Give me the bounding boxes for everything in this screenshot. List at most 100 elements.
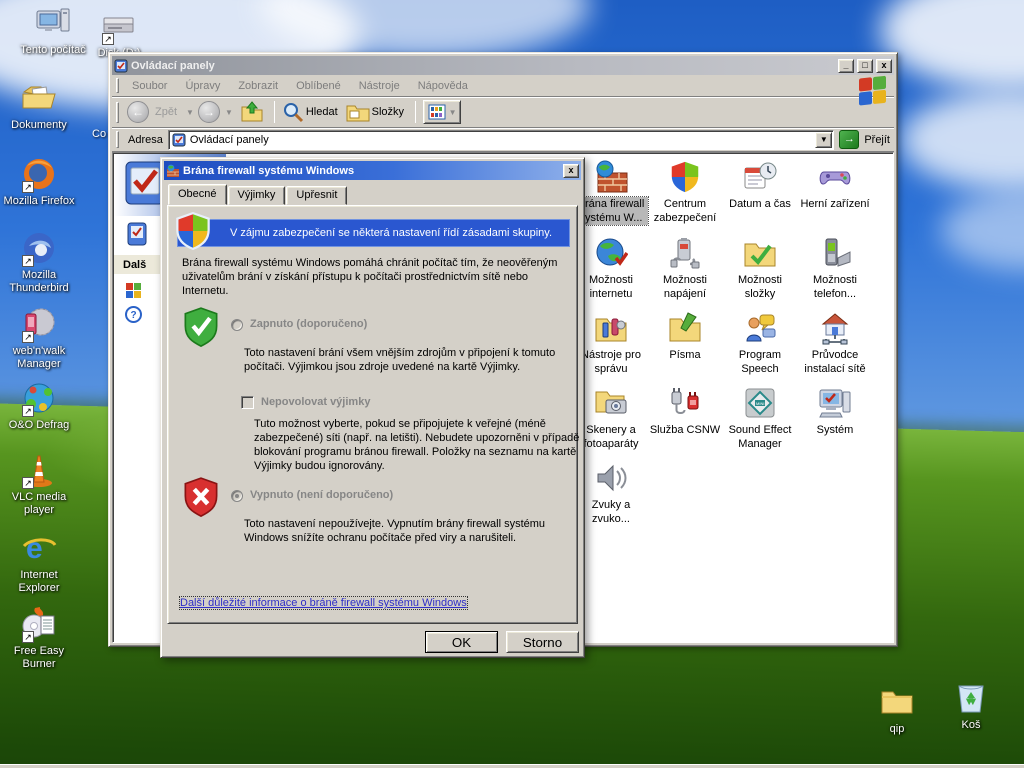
maximize-button[interactable]: □ (857, 58, 873, 73)
menu-favorites[interactable]: Oblíbené (287, 78, 350, 94)
control-panel-icon (172, 133, 186, 146)
tab-advanced[interactable]: Upřesnit (286, 186, 348, 205)
dialog-close-button[interactable]: x (563, 163, 579, 178)
desktop-icon-label: web'n'walk Manager (12, 345, 66, 370)
menu-view[interactable]: Zobrazit (229, 78, 287, 94)
menu-bar: Soubor Úpravy Zobrazit Oblíbené Nástroje… (112, 75, 894, 97)
cp-item-label: Brána firewall systému W... (573, 196, 649, 226)
toolbar-grip[interactable] (116, 131, 119, 148)
folders-button[interactable]: Složky (346, 102, 408, 122)
desktop-icon-documents[interactable]: Dokumenty (0, 80, 78, 132)
my-computer-icon (35, 5, 71, 41)
radio-off-label[interactable]: Vypnuto (není doporučeno) (250, 488, 393, 502)
dialog-title: Brána firewall systému Windows (183, 164, 355, 177)
toolbar-grip[interactable] (116, 101, 119, 123)
go-button[interactable]: → (839, 130, 860, 149)
desktop-icon-oo-defrag[interactable]: ↗ O&O Defrag (0, 380, 78, 432)
desktop-icon-qip[interactable]: qip (858, 684, 936, 736)
cp-item-security-center[interactable]: Centrum zabezpečení (648, 160, 722, 225)
cp-item-label: Systém (816, 424, 854, 436)
radio-on[interactable] (231, 319, 243, 331)
back-button[interactable]: ← (127, 101, 149, 123)
windows-update-icon[interactable] (125, 282, 142, 299)
desktop-icon-firefox[interactable]: ↗ Mozilla Firefox (0, 156, 78, 208)
address-dropdown-button[interactable]: ▼ (815, 131, 833, 148)
checkbox-label[interactable]: Nepovolovat výjimky (261, 395, 370, 409)
window-titlebar[interactable]: Ovládací panely _ □ x (112, 56, 894, 75)
tab-general[interactable]: Obecné (168, 184, 227, 205)
cp-item-sound-effect-manager[interactable]: MINI Sound Effect Manager (723, 386, 797, 451)
checkbox-no-exceptions[interactable] (241, 396, 254, 409)
toolbar-grip[interactable] (116, 78, 119, 93)
minimize-button[interactable]: _ (838, 58, 854, 73)
help-icon[interactable]: ? (125, 306, 142, 323)
cp-item-date-time[interactable]: Datum a čas (723, 160, 797, 211)
cloud (880, 0, 1024, 90)
cp-item-speech[interactable]: Program Speech (723, 311, 797, 376)
cp-item-network-wizard[interactable]: Průvodce instalací sítě (798, 311, 872, 376)
desktop-icon-recycle-bin[interactable]: Koš (932, 680, 1010, 732)
address-input[interactable]: Ovládací panely ▼ (167, 129, 835, 150)
cp-item-internet-options[interactable]: Možnosti internetu (574, 236, 648, 301)
cp-item-phone-modem[interactable]: Možnosti telefon... (798, 236, 872, 301)
shortcut-arrow-icon: ↗ (22, 331, 34, 343)
cp-item-label: Sound Effect Manager (728, 424, 792, 450)
desktop-icon-webnwalk[interactable]: ↗ web'n'walk Manager (0, 306, 78, 371)
desktop-icon-thunderbird[interactable]: ↗ Mozilla Thunderbird (0, 230, 78, 295)
firewall-off-shield-icon (182, 477, 220, 518)
desktop-icon-vlc[interactable]: ↗ VLC media player (0, 452, 78, 517)
oo-defrag-icon: ↗ (21, 380, 57, 417)
desktop-icon-label: Mozilla Thunderbird (9, 269, 69, 294)
tab-page-general: V zájmu zabezpečení se některá nastavení… (167, 205, 579, 624)
forward-dropdown-icon[interactable]: ▼ (225, 108, 233, 117)
cp-item-folder-options[interactable]: Možnosti složky (723, 236, 797, 301)
internet-explorer-icon: e (21, 530, 57, 566)
svg-text:MINI: MINI (756, 401, 764, 406)
tab-exceptions[interactable]: Výjimky (227, 186, 286, 205)
back-label: Zpět (155, 106, 178, 118)
taskbar-edge[interactable] (0, 764, 1024, 768)
menu-help[interactable]: Nápověda (409, 78, 477, 94)
cp-item-power-options[interactable]: Možnosti napájení (648, 236, 722, 301)
cp-item-label: Možnosti internetu (588, 274, 634, 300)
menu-edit[interactable]: Úpravy (176, 78, 229, 94)
cp-item-label: Možnosti napájení (662, 274, 708, 300)
firewall-intro-text: Brána firewall systému Windows pomáhá ch… (182, 257, 558, 297)
menu-file[interactable]: Soubor (123, 78, 176, 94)
forward-button[interactable]: → (197, 101, 220, 123)
cp-item-system[interactable]: Systém (798, 386, 872, 437)
cp-item-csnw[interactable]: Služba CSNW (648, 386, 722, 437)
close-button[interactable]: x (876, 58, 892, 73)
system-icon (818, 386, 852, 420)
fonts-icon (668, 311, 702, 345)
up-button[interactable] (240, 101, 264, 123)
category-view-icon[interactable] (126, 222, 148, 246)
cp-item-label: Datum a čas (729, 198, 791, 210)
tab-strip: Obecné Výjimky Upřesnit (168, 184, 348, 205)
windows-firewall-icon (594, 160, 628, 194)
speech-icon (743, 311, 777, 345)
cp-item-label: Průvodce instalací sítě (804, 349, 866, 375)
more-info-link[interactable]: Další důležité informace o bráně firewal… (179, 596, 468, 610)
radio-off[interactable] (231, 490, 243, 502)
ok-button[interactable]: OK (425, 631, 498, 653)
desktop-icon-free-easy-burner[interactable]: ↗ Free Easy Burner (0, 606, 78, 671)
desktop-icon-label: Mozilla Firefox (3, 195, 75, 207)
desktop-icon-internet-explorer[interactable]: e Internet Explorer (0, 530, 78, 595)
cp-item-fonts[interactable]: Písma (648, 311, 722, 362)
cp-item-game-controllers[interactable]: Herní zařízení (798, 160, 872, 211)
cancel-button[interactable]: Storno (506, 631, 579, 653)
cp-item-label: Centrum zabezpečení (653, 198, 717, 224)
internet-options-icon (594, 236, 628, 270)
back-dropdown-icon[interactable]: ▼ (186, 108, 194, 117)
cp-item-label: Možnosti telefon... (812, 274, 858, 300)
dialog-titlebar[interactable]: Brána firewall systému Windows x (164, 161, 581, 180)
views-button[interactable]: ▼ (423, 100, 462, 124)
menu-tools[interactable]: Nástroje (350, 78, 409, 94)
radio-on-label[interactable]: Zapnuto (doporučeno) (250, 317, 367, 331)
disk-drive-icon: ↗ (101, 8, 137, 45)
csnw-service-icon (668, 386, 702, 420)
search-button[interactable]: Hledat (282, 101, 342, 123)
cloud (900, 90, 1024, 190)
cp-item-windows-firewall[interactable]: Brána firewall systému W... (573, 160, 649, 226)
